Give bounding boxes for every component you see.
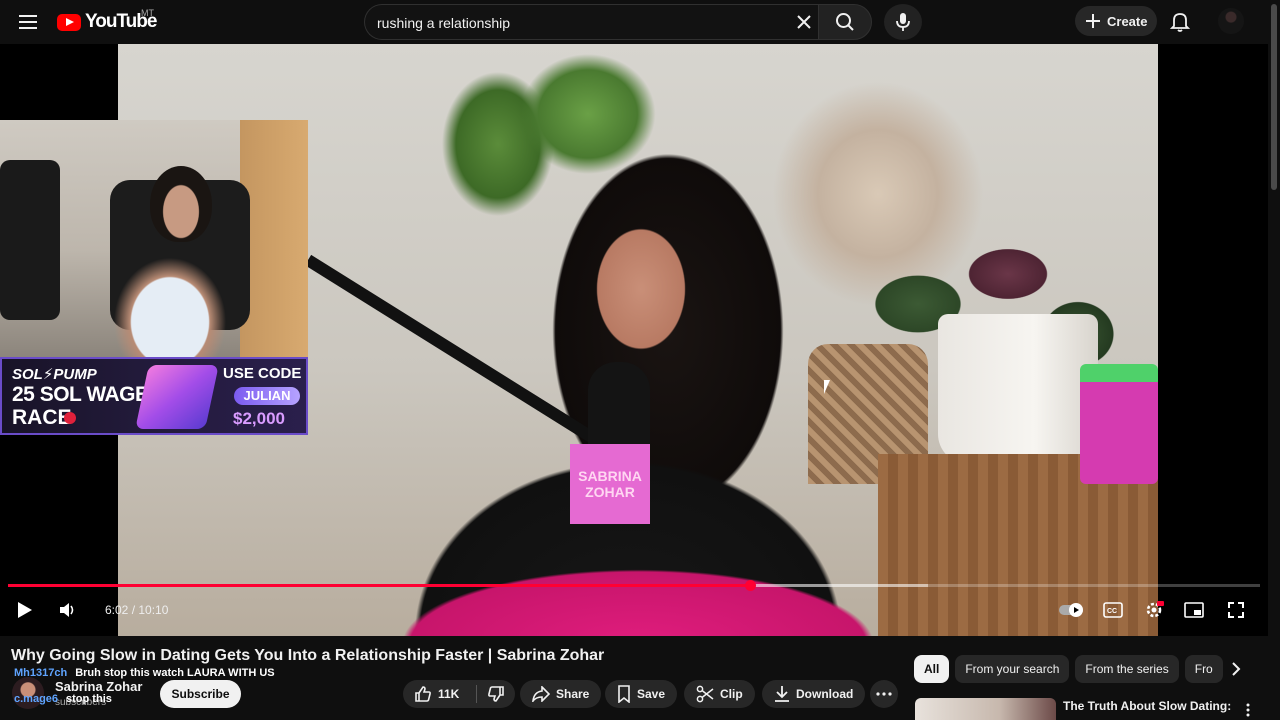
recommendation-thumbnail[interactable] (915, 698, 1056, 720)
video-title: Why Going Slow in Dating Gets You Into a… (11, 647, 605, 664)
microphone-icon (896, 13, 910, 31)
volume-button[interactable] (56, 598, 78, 622)
top-bar: YouTube MT Create (0, 0, 1280, 44)
streamer-webcam-overlay (0, 120, 308, 357)
progress-played (8, 584, 751, 587)
plus-icon (1086, 14, 1100, 28)
chip-more[interactable]: Fro (1184, 655, 1223, 683)
webcam-door (240, 120, 308, 357)
mic-flag-line1: SABRINA (578, 468, 642, 484)
webcam-person-torso (100, 240, 240, 357)
notifications-button[interactable] (1166, 8, 1194, 36)
download-button[interactable]: Download (762, 680, 866, 708)
share-icon (532, 686, 550, 702)
chip-from-your-search[interactable]: From your search (955, 655, 1070, 683)
clear-search-icon[interactable] (793, 11, 815, 33)
voice-search-button[interactable] (884, 4, 922, 40)
promo-brand: SOL⚡PUMP (12, 366, 97, 383)
video-player[interactable]: SABRINA ZOHAR SOL⚡PUMP 25 SOL WAGER RACE… (0, 44, 1268, 636)
save-button[interactable]: Save (605, 680, 678, 708)
autoplay-toggle[interactable] (1058, 598, 1086, 622)
youtube-play-logo-icon (57, 13, 81, 31)
chat-username: c.mage6 (14, 693, 59, 705)
recommendation-title[interactable]: The Truth About Slow Dating: (1063, 699, 1233, 714)
like-dislike-group: 11K (403, 680, 515, 708)
search-input[interactable] (377, 13, 777, 33)
video-scene-camera (1080, 364, 1158, 484)
video-microphone (588, 362, 650, 452)
video-scene-pot (938, 314, 1098, 464)
search-icon (836, 13, 854, 31)
chevron-right-icon[interactable] (1224, 657, 1248, 681)
dislike-button[interactable] (477, 680, 515, 708)
mic-flag-line2: ZOHAR (585, 484, 635, 500)
thumbs-down-icon (488, 686, 504, 702)
more-vertical-icon[interactable] (1240, 700, 1256, 720)
cc-icon: CC (1103, 602, 1123, 618)
clip-button[interactable]: Clip (684, 680, 755, 708)
scrollbar-thumb[interactable] (1271, 4, 1277, 190)
share-button[interactable]: Share (520, 680, 602, 708)
webcam-chair-left (0, 160, 60, 320)
subtitles-button[interactable]: CC (1101, 598, 1125, 622)
settings-button[interactable] (1142, 598, 1166, 622)
gear-icon (1146, 601, 1164, 618)
video-person-face (576, 204, 706, 374)
time-display: 6:02 / 10:10 (105, 603, 169, 617)
sponsor-promo-banner: SOL⚡PUMP 25 SOL WAGER RACE USE CODE JULI… (0, 357, 308, 435)
play-icon (18, 602, 32, 618)
save-label: Save (637, 687, 666, 701)
chat-text: Bruh stop this watch LAURA WITH US (75, 667, 275, 679)
download-label: Download (796, 687, 854, 701)
thumbs-up-icon (415, 686, 431, 702)
promo-code: JULIAN (234, 387, 300, 405)
chip-all[interactable]: All (914, 655, 950, 683)
fullscreen-icon (1228, 602, 1244, 618)
chip-from-the-series[interactable]: From the series (1075, 655, 1179, 683)
chat-text: stop this (66, 693, 112, 705)
play-button[interactable] (14, 598, 36, 622)
mouse-cursor-icon (824, 380, 830, 394)
more-actions-button[interactable] (870, 680, 898, 708)
autoplay-toggle-icon (1059, 603, 1083, 617)
chat-message: c.mage6 stop this (14, 693, 112, 705)
search-box (364, 4, 818, 40)
mic-flag: SABRINA ZOHAR (570, 444, 650, 524)
live-dot-icon (64, 412, 76, 424)
subscribe-button[interactable]: Subscribe (160, 680, 241, 708)
download-icon (775, 686, 789, 702)
promo-use-code: USE CODE (223, 365, 302, 382)
page-scrollbar[interactable] (1268, 0, 1280, 720)
account-avatar[interactable] (1218, 8, 1244, 34)
like-button[interactable]: 11K (403, 680, 475, 708)
promo-line2: RACE (12, 406, 72, 429)
related-filter-chips: All From your search From the series Fro (914, 655, 1224, 683)
scissors-icon (696, 685, 714, 703)
create-button[interactable]: Create (1075, 6, 1157, 36)
fullscreen-button[interactable] (1224, 598, 1248, 622)
create-label: Create (1107, 13, 1148, 29)
miniplayer-button[interactable] (1182, 598, 1206, 622)
share-label: Share (556, 687, 590, 701)
chat-username: Mh1317ch (14, 667, 68, 679)
bell-icon (1170, 13, 1190, 32)
promo-logo-icon (135, 365, 219, 429)
chat-message: Mh1317ch Bruh stop this watch LAURA WITH … (14, 667, 275, 679)
like-count: 11K (438, 687, 460, 701)
webcam-person-head (150, 166, 212, 242)
clip-label: Clip (720, 687, 743, 701)
menu-icon[interactable] (14, 8, 42, 36)
channel-name[interactable]: Sabrina Zohar (55, 679, 142, 694)
bookmark-icon (618, 685, 630, 703)
more-horizontal-icon (876, 692, 892, 696)
miniplayer-icon (1184, 602, 1204, 618)
progress-bar[interactable] (8, 580, 1260, 591)
volume-icon (60, 603, 74, 617)
search-button[interactable] (818, 4, 872, 40)
promo-prize: $2,000 (233, 409, 285, 428)
region-code: MT (141, 8, 154, 18)
svg-text:CC: CC (1107, 608, 1117, 615)
